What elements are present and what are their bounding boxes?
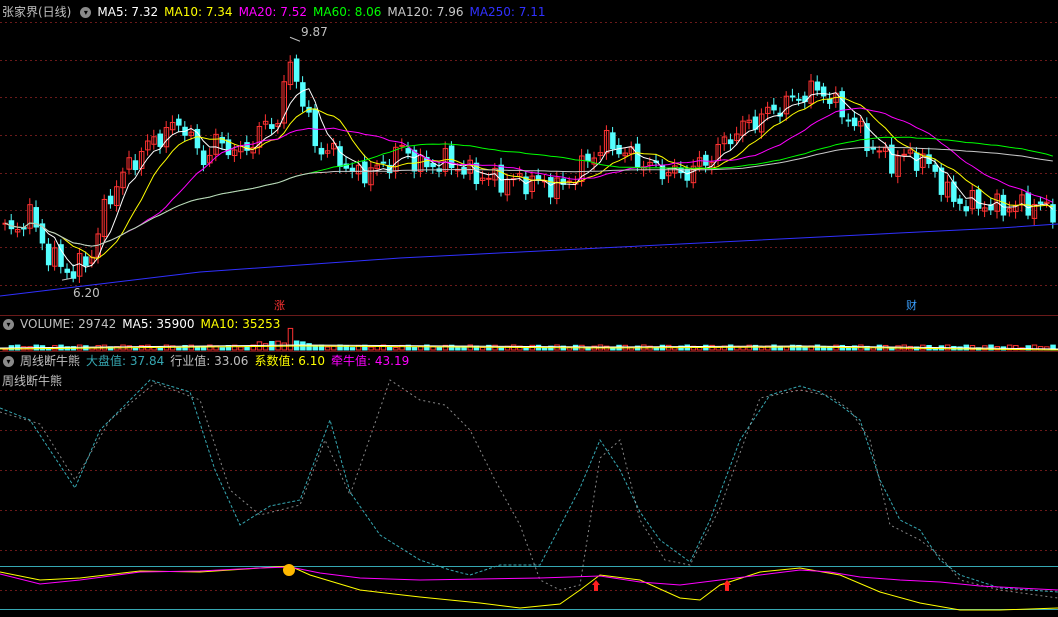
candle-body-128 xyxy=(796,98,802,101)
volume-bar-77 xyxy=(479,346,486,351)
up-arrow-icon xyxy=(592,580,600,591)
candle-body-110 xyxy=(684,168,690,181)
candle-body-58 xyxy=(362,161,368,184)
candle-body-117 xyxy=(727,139,734,145)
candle-body-136 xyxy=(845,119,852,122)
candle-body-94 xyxy=(585,153,591,162)
qianniu-line xyxy=(0,566,1058,591)
candle-body-74 xyxy=(461,167,467,175)
volume-bar-52 xyxy=(324,346,331,351)
candle-body-66 xyxy=(411,149,418,172)
ma20-line xyxy=(4,107,1054,247)
candle-body-1 xyxy=(8,220,15,230)
candle-body-165 xyxy=(1025,192,1031,216)
candle-body-147 xyxy=(913,152,920,171)
candle-body-145 xyxy=(901,153,907,156)
candle-body-17 xyxy=(107,195,114,205)
candle-body-151 xyxy=(938,167,945,195)
candle-body-32 xyxy=(200,150,207,166)
volume-bar-38 xyxy=(238,346,244,351)
low-price-label: 6.20 xyxy=(73,286,100,300)
candle-body-161 xyxy=(1000,194,1007,216)
high-price-label: 9.87 xyxy=(301,25,328,39)
candle-body-135 xyxy=(839,91,845,118)
candle-body-113 xyxy=(703,154,709,166)
volume-bar-70 xyxy=(436,346,442,351)
ma60-line xyxy=(4,136,1053,247)
candle-body-28 xyxy=(176,118,182,126)
candle-body-25 xyxy=(157,133,163,147)
volume-bar-35 xyxy=(219,347,225,351)
candle-body-88 xyxy=(548,177,554,198)
candle-body-51 xyxy=(318,147,325,155)
candle-body-132 xyxy=(820,86,827,97)
candle-body-7 xyxy=(45,243,52,266)
candle-body-169 xyxy=(1050,204,1056,223)
candle-body-43 xyxy=(269,124,275,129)
candle-body-48 xyxy=(300,82,306,107)
candle-body-127 xyxy=(789,95,796,98)
candle-body-13 xyxy=(83,256,89,266)
volume-bar-66 xyxy=(411,346,418,351)
volume-bar-129 xyxy=(802,347,808,351)
volume-bar-63 xyxy=(393,347,399,351)
volume-bar-59 xyxy=(368,346,374,351)
volume-bar-73 xyxy=(455,346,461,351)
high-price-pointer xyxy=(289,36,301,42)
event-marker-zhang[interactable]: 涨 xyxy=(274,298,285,314)
signal-dot-marker xyxy=(283,564,295,576)
candle-body-47 xyxy=(293,58,300,82)
candle-body-35 xyxy=(219,136,225,144)
dapan-line xyxy=(0,379,1058,593)
candle-body-133 xyxy=(827,98,833,104)
candle-body-154 xyxy=(957,198,963,204)
candle-body-137 xyxy=(851,117,858,127)
candle-body-98 xyxy=(610,132,616,150)
volume-bar-56 xyxy=(349,347,356,351)
ma250-line xyxy=(0,223,1058,297)
xishu-line xyxy=(0,565,1058,611)
candle-body-21 xyxy=(132,160,139,171)
candle-body-11 xyxy=(70,271,77,279)
candle-body-10 xyxy=(64,268,70,273)
candle-body-99 xyxy=(616,144,622,155)
ma5-line xyxy=(4,88,1054,268)
candle-body-124 xyxy=(771,104,777,111)
volume-bar-53 xyxy=(331,345,337,351)
event-marker-cai[interactable]: 财 xyxy=(906,298,917,314)
candle-body-65 xyxy=(405,148,411,154)
candle-body-157 xyxy=(975,189,982,209)
candle-body-143 xyxy=(889,144,895,174)
volume-bar-21 xyxy=(132,347,139,351)
candle-body-129 xyxy=(802,95,808,103)
volume-bar-122 xyxy=(758,347,765,351)
chart-canvas[interactable] xyxy=(0,0,1058,617)
volume-bar-28 xyxy=(176,347,182,351)
candle-body-167 xyxy=(1037,201,1044,204)
candle-body-78 xyxy=(486,177,492,180)
candle-body-131 xyxy=(814,81,821,91)
candle-body-141 xyxy=(876,150,883,153)
candle-body-155 xyxy=(963,206,969,212)
candle-body-150 xyxy=(932,164,938,172)
ma10-line xyxy=(4,96,1053,259)
candle-body-50 xyxy=(312,108,318,147)
candle-body-61 xyxy=(380,161,387,164)
volume-bar-46 xyxy=(287,327,294,351)
candle-body-64 xyxy=(399,144,405,147)
candle-body-86 xyxy=(535,175,542,180)
